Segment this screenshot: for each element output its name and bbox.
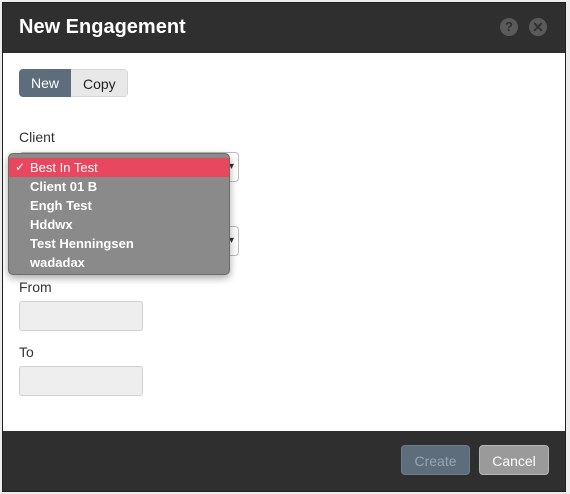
from-date-input[interactable] xyxy=(19,301,143,331)
client-option-hddwx[interactable]: Hddwx xyxy=(9,215,229,234)
cancel-button[interactable]: Cancel xyxy=(479,445,549,475)
help-icon[interactable]: ? xyxy=(500,18,518,36)
checkmark-icon: ✓ xyxy=(15,160,26,174)
dialog-title: New Engagement xyxy=(19,16,186,38)
client-option-engh-test[interactable]: Engh Test xyxy=(9,196,229,215)
client-option-test-henningsen[interactable]: Test Henningsen xyxy=(9,234,229,253)
client-option-wadadax[interactable]: wadadax xyxy=(9,253,229,272)
dialog-title-bar: New Engagement ? ✕ xyxy=(3,3,565,53)
close-icon[interactable]: ✕ xyxy=(529,18,547,36)
client-label: Client xyxy=(19,129,55,145)
to-label: To xyxy=(19,344,34,360)
dialog-footer: Create Cancel xyxy=(3,431,565,491)
to-date-input[interactable] xyxy=(19,366,143,396)
create-button[interactable]: Create xyxy=(401,445,470,475)
mode-toggle: New Copy xyxy=(19,69,128,97)
new-engagement-dialog: New Engagement ? ✕ New Copy Client ▾ ▾ F… xyxy=(2,2,566,492)
from-label: From xyxy=(19,279,52,295)
client-option-client-01-b[interactable]: Client 01 B xyxy=(9,177,229,196)
new-mode-button[interactable]: New xyxy=(19,69,71,97)
copy-mode-button[interactable]: Copy xyxy=(71,69,128,97)
client-dropdown-menu: ✓ Best In Test Client 01 B Engh Test Hdd… xyxy=(8,153,230,275)
client-option-best-in-test[interactable]: ✓ Best In Test xyxy=(9,158,229,177)
